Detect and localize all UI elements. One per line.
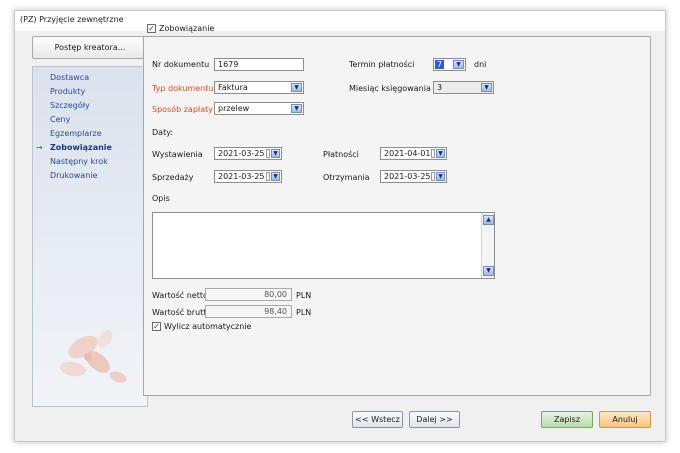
sposob-zaplaty-label: Sposób zapłaty xyxy=(152,105,213,114)
wizard-sidebar: Postęp kreatora... Dostawca Produkty Szc… xyxy=(32,36,148,407)
save-button[interactable]: Zapisz xyxy=(541,411,593,428)
chevron-down-icon[interactable]: ▼ xyxy=(481,83,492,92)
wartosc-brutto-label: Wartość brutto xyxy=(152,308,212,317)
nr-dokumentu-label: Nr dokumentu xyxy=(152,60,210,69)
wartosc-netto-field: 80,00 xyxy=(205,288,292,301)
scroll-up-icon[interactable]: ▲ xyxy=(483,215,494,225)
platnosci-value: 2021-04-01 xyxy=(384,149,431,158)
step-zobowiazanie[interactable]: → Zobowiązanie xyxy=(33,141,147,155)
miesiac-ksiegowania-value: 3 xyxy=(437,83,443,92)
back-button[interactable]: << Wstecz xyxy=(352,411,403,428)
sprzedazy-date-picker[interactable]: 2021-03-25 ▼ xyxy=(214,170,282,183)
platnosci-date-picker[interactable]: 2021-04-01 ▼ xyxy=(380,147,447,160)
sprzedazy-value: 2021-03-25 xyxy=(218,172,265,181)
auto-calc-checkbox-box[interactable]: ✓ xyxy=(152,322,161,331)
platnosci-label: Płatności xyxy=(323,150,359,159)
wartosc-brutto-currency: PLN xyxy=(296,308,312,317)
calendar-dropdown-icon[interactable]: ▼ xyxy=(266,172,280,181)
calendar-dropdown-icon[interactable]: ▼ xyxy=(266,149,280,158)
miesiac-ksiegowania-label: Miesiąc księgowania xyxy=(349,84,431,93)
wystawienia-label: Wystawienia xyxy=(152,150,203,159)
wizard-progress-button[interactable]: Postęp kreatora... xyxy=(32,36,148,59)
wystawienia-date-picker[interactable]: 2021-03-25 ▼ xyxy=(214,147,282,160)
termin-platnosci-value[interactable]: 7 xyxy=(435,60,444,69)
chevron-down-icon[interactable]: ▼ xyxy=(291,104,302,113)
current-step-arrow-icon: → xyxy=(36,143,43,152)
step-egzemplarze[interactable]: Egzemplarze xyxy=(33,127,147,141)
typ-dokumentu-label: Typ dokumentu xyxy=(152,84,214,93)
auto-calc-checkbox-label: Wylicz automatycznie xyxy=(164,322,252,331)
opis-scrollbar[interactable]: ▲ ▼ xyxy=(481,213,494,278)
wartosc-brutto-field: 98,40 xyxy=(205,305,292,318)
step-szczegoly[interactable]: Szczegóły xyxy=(33,99,147,113)
wizard-steps-panel: Dostawca Produkty Szczegóły Ceny Egzempl… xyxy=(32,66,148,407)
step-nastepny-krok[interactable]: Następny krok xyxy=(33,155,147,169)
step-dostawca[interactable]: Dostawca xyxy=(33,71,147,85)
opis-label: Opis xyxy=(152,194,170,203)
calendar-dropdown-icon[interactable]: ▼ xyxy=(431,149,445,158)
chevron-down-icon[interactable]: ▼ xyxy=(291,83,302,92)
auto-calc-checkbox[interactable]: ✓ Wylicz automatycznie xyxy=(152,322,251,331)
otrzymania-label: Otrzymania xyxy=(323,173,370,182)
termin-platnosci-label: Termin płatności xyxy=(349,60,415,69)
step-produkty[interactable]: Produkty xyxy=(33,85,147,99)
wartosc-netto-currency: PLN xyxy=(296,291,312,300)
cancel-button[interactable]: Anuluj xyxy=(599,411,651,428)
termin-platnosci-spinner[interactable]: 7 ▼ xyxy=(433,58,466,71)
nr-dokumentu-input[interactable]: 1679 xyxy=(214,58,304,71)
obligation-checkbox[interactable]: ✓ Zobowiązanie xyxy=(147,24,214,33)
daty-heading: Daty: xyxy=(152,128,174,137)
chevron-down-icon[interactable]: ▼ xyxy=(453,60,464,69)
obligation-checkbox-label: Zobowiązanie xyxy=(159,24,215,33)
calendar-dropdown-icon[interactable]: ▼ xyxy=(431,172,445,181)
otrzymania-date-picker[interactable]: 2021-03-25 ▼ xyxy=(380,170,447,183)
wystawienia-value: 2021-03-25 xyxy=(218,149,265,158)
typ-dokumentu-select[interactable]: Faktura ▼ xyxy=(214,81,304,94)
next-button[interactable]: Dalej >> xyxy=(409,411,460,428)
flower-decoration-icon xyxy=(60,329,127,383)
sprzedazy-label: Sprzedaży xyxy=(152,173,194,182)
sposob-zaplaty-value: przelew xyxy=(218,104,250,113)
scroll-down-icon[interactable]: ▼ xyxy=(483,266,494,276)
sposob-zaplaty-select[interactable]: przelew ▼ xyxy=(214,102,304,115)
otrzymania-value: 2021-03-25 xyxy=(384,172,431,181)
obligation-checkbox-box[interactable]: ✓ xyxy=(147,24,156,33)
miesiac-ksiegowania-select[interactable]: 3 ▼ xyxy=(433,81,494,94)
step-ceny[interactable]: Ceny xyxy=(33,113,147,127)
termin-platnosci-unit: dni xyxy=(474,60,487,69)
typ-dokumentu-value: Faktura xyxy=(218,83,248,92)
window-title: (PZ) Przyjęcie zewnętrzne xyxy=(15,11,665,31)
wartosc-netto-label: Wartość netto xyxy=(152,291,208,300)
step-drukowanie[interactable]: Drukowanie xyxy=(33,169,147,183)
opis-textarea[interactable]: ▲ ▼ xyxy=(152,212,495,279)
